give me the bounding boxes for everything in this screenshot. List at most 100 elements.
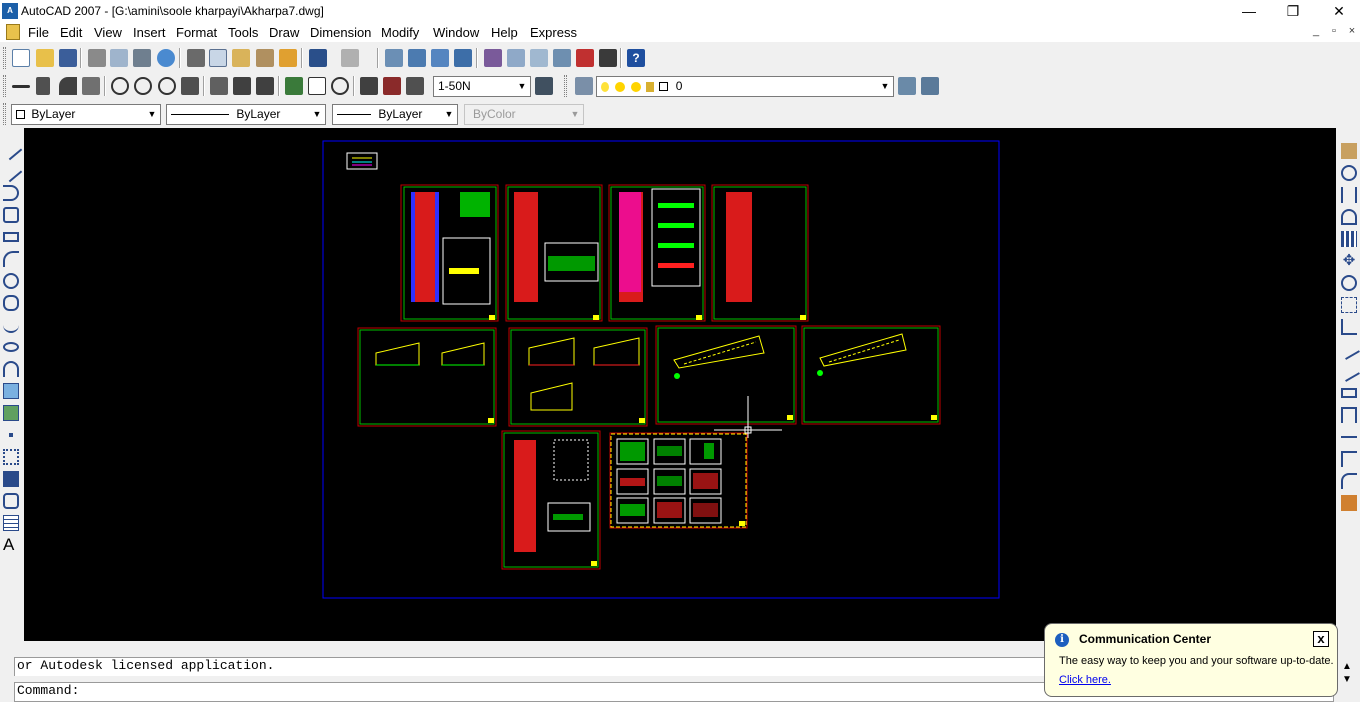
restore-button[interactable]: ❐: [1270, 0, 1316, 22]
quickcalc-icon[interactable]: [599, 49, 617, 67]
construction-line-icon[interactable]: [0, 159, 23, 183]
markup-icon[interactable]: [576, 49, 594, 67]
offset-icon[interactable]: [1341, 209, 1357, 225]
redo-icon[interactable]: [341, 49, 359, 67]
make-block-icon[interactable]: [3, 405, 19, 421]
close-button[interactable]: ✕: [1316, 0, 1360, 22]
dimtedit-icon[interactable]: [383, 77, 401, 95]
scale-icon[interactable]: [1341, 297, 1357, 313]
chamfer-icon[interactable]: [1341, 451, 1357, 467]
extend-icon[interactable]: [1338, 360, 1360, 382]
paste-icon[interactable]: [232, 49, 250, 67]
leader-icon[interactable]: [285, 77, 303, 95]
zoom-realtime-icon[interactable]: [408, 49, 426, 67]
ordinate-icon[interactable]: [82, 77, 100, 95]
polyline-icon[interactable]: [3, 185, 19, 201]
update-icon[interactable]: [406, 77, 424, 95]
balloon-link[interactable]: Click here.: [1059, 674, 1111, 686]
region-icon[interactable]: [3, 493, 19, 509]
tolerance-icon[interactable]: [308, 77, 326, 95]
toolbar-grip[interactable]: [3, 47, 6, 69]
trim-icon[interactable]: [1338, 338, 1360, 360]
doc-restore-button[interactable]: ▫: [1326, 25, 1342, 37]
stretch-icon[interactable]: [1341, 319, 1357, 335]
radius-icon[interactable]: [111, 77, 129, 95]
multiline-text-icon[interactable]: A: [3, 536, 19, 553]
sheet-6[interactable]: [508, 327, 648, 427]
join-icon[interactable]: [1341, 436, 1357, 452]
dimedit-icon[interactable]: [360, 77, 378, 95]
balloon-close-button[interactable]: x: [1313, 631, 1329, 647]
undo-icon[interactable]: [309, 49, 327, 67]
lineweight-select[interactable]: ByLayer ▼: [332, 104, 458, 125]
sheet-8[interactable]: [801, 325, 941, 425]
copy-object-icon[interactable]: [1341, 165, 1357, 181]
plot-preview-icon[interactable]: [110, 49, 128, 67]
publish-web-icon[interactable]: [157, 49, 175, 67]
sheet-5[interactable]: [357, 327, 497, 427]
ellipse-arc-icon[interactable]: [3, 361, 19, 377]
diameter-icon[interactable]: [158, 77, 176, 95]
layer-properties-icon[interactable]: [575, 77, 593, 95]
menu-modify[interactable]: Modify: [381, 25, 419, 40]
menu-edit[interactable]: Edit: [60, 25, 82, 40]
drawing-canvas[interactable]: [24, 128, 1336, 641]
linear-dimension-icon[interactable]: [12, 85, 30, 88]
sheet-9[interactable]: [501, 430, 601, 570]
spline-icon[interactable]: [3, 317, 19, 333]
match-properties-icon[interactable]: [256, 49, 274, 67]
dimstyle-icon[interactable]: [535, 77, 553, 95]
line-icon[interactable]: [0, 137, 23, 161]
menu-help[interactable]: Help: [491, 25, 518, 40]
minimize-button[interactable]: —: [1226, 0, 1272, 22]
document-icon[interactable]: [6, 24, 20, 40]
scrollbar-down-arrow-icon[interactable]: ▼: [1342, 674, 1352, 685]
toolbar-grip[interactable]: [3, 103, 6, 125]
plot-icon[interactable]: [88, 49, 106, 67]
arc-length-icon[interactable]: [59, 77, 77, 95]
layer-select[interactable]: 0 ▼: [596, 76, 894, 97]
quick-dimension-icon[interactable]: [210, 77, 228, 95]
publish-icon[interactable]: [133, 49, 151, 67]
ellipse-icon[interactable]: [3, 342, 19, 352]
copy-icon[interactable]: [209, 49, 227, 67]
point-icon[interactable]: [9, 433, 13, 437]
menu-tools[interactable]: Tools: [228, 25, 258, 40]
scrollbar-up-arrow-icon[interactable]: ▲: [1342, 661, 1352, 672]
cut-icon[interactable]: [187, 49, 205, 67]
hatch-icon[interactable]: [3, 449, 19, 465]
open-icon[interactable]: [36, 49, 54, 67]
explode-icon[interactable]: [1341, 495, 1357, 511]
circle-icon[interactable]: [3, 273, 19, 289]
autocad-app-icon[interactable]: A: [2, 3, 18, 19]
sheet-10-selected[interactable]: [609, 432, 748, 529]
gradient-icon[interactable]: [3, 471, 19, 487]
menu-view[interactable]: View: [94, 25, 122, 40]
layer-previous-icon[interactable]: [921, 77, 939, 95]
new-icon[interactable]: [12, 49, 30, 67]
doc-close-button[interactable]: ×: [1344, 25, 1360, 37]
help-icon[interactable]: ?: [627, 49, 645, 67]
zoom-previous-icon[interactable]: [454, 49, 472, 67]
insert-block-icon[interactable]: [3, 383, 19, 399]
zoom-window-icon[interactable]: [431, 49, 449, 67]
sheet-7[interactable]: [655, 325, 797, 425]
array-icon[interactable]: [1341, 231, 1357, 247]
toolbar-grip[interactable]: [564, 75, 567, 97]
sheet-set-icon[interactable]: [553, 49, 571, 67]
move-icon[interactable]: ✥: [1341, 253, 1357, 269]
save-icon[interactable]: [59, 49, 77, 67]
sheet-1[interactable]: [400, 184, 499, 322]
sheet-4[interactable]: [711, 184, 809, 322]
break-icon[interactable]: [1341, 407, 1357, 423]
jogged-icon[interactable]: [134, 77, 152, 95]
properties-icon[interactable]: [484, 49, 502, 67]
center-mark-icon[interactable]: [331, 77, 349, 95]
make-current-layer-icon[interactable]: [898, 77, 916, 95]
aligned-dimension-icon[interactable]: [36, 77, 50, 95]
linetype-select[interactable]: ByLayer ▼: [166, 104, 326, 125]
erase-icon[interactable]: [1341, 143, 1357, 159]
pan-icon[interactable]: [385, 49, 403, 67]
doc-minimize-button[interactable]: _: [1308, 25, 1324, 37]
table-icon[interactable]: [3, 515, 19, 531]
